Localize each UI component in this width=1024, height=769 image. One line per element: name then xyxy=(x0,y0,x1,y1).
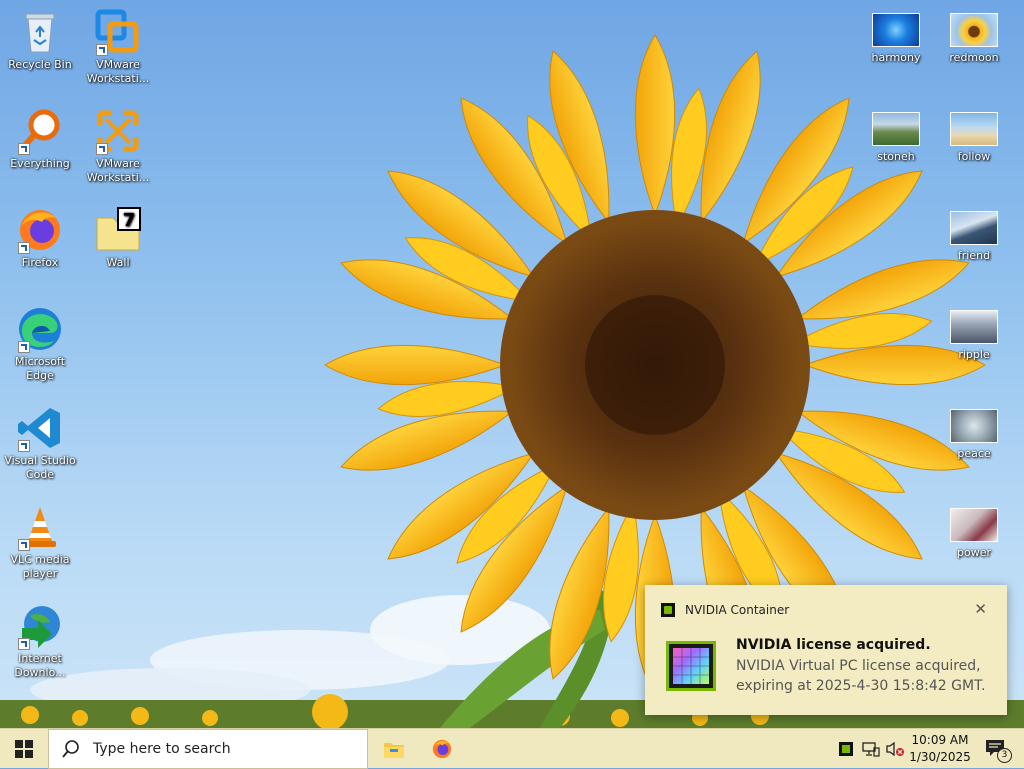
shortcut-arrow-icon xyxy=(18,341,30,353)
power-thumbnail-icon xyxy=(950,508,998,542)
svg-text:7: 7 xyxy=(123,210,136,231)
shortcut-arrow-icon xyxy=(96,143,108,155)
action-center-button[interactable]: 3 xyxy=(976,729,1016,769)
firefox-shortcut[interactable]: Firefox xyxy=(0,200,80,292)
power-file[interactable]: power xyxy=(934,497,1014,589)
file-explorer-icon xyxy=(384,743,404,758)
edge-icon xyxy=(16,305,64,353)
visual-studio-code-shortcut[interactable]: Visual Studio Code xyxy=(0,398,80,490)
friend-file[interactable]: friend xyxy=(934,200,1014,292)
clock-time: 10:09 AM xyxy=(911,733,969,747)
icon-label: stoneh xyxy=(877,150,915,163)
stoneh-thumbnail-icon xyxy=(872,112,920,146)
toast-title: NVIDIA license acquired. xyxy=(736,637,931,653)
friend-thumbnail-icon xyxy=(950,211,998,245)
windows-logo-icon xyxy=(15,740,33,758)
icon-label: Recycle Bin xyxy=(8,58,72,71)
7z-archive-folder-icon: 7 xyxy=(94,206,142,254)
toast-close-icon[interactable]: ✕ xyxy=(974,600,987,618)
ripple-thumbnail-icon xyxy=(950,310,998,344)
nvidia-app-icon xyxy=(661,603,675,617)
vmware-workstation-shortcut-1[interactable]: VMware Workstati... xyxy=(78,2,158,94)
icon-label: VLC media player xyxy=(10,553,70,580)
vlc-media-player-shortcut[interactable]: VLC media player xyxy=(0,497,80,589)
harmony-thumbnail-icon xyxy=(872,13,920,47)
internet-download-manager-shortcut[interactable]: Internet Downlo... xyxy=(0,596,80,688)
toast-body: NVIDIA Virtual PC license acquired, expi… xyxy=(736,658,986,694)
network-tray-button[interactable] xyxy=(860,729,882,769)
icon-label: friend xyxy=(957,249,991,262)
icon-label: Wall xyxy=(106,256,130,269)
firefox-taskbar-button[interactable] xyxy=(418,729,466,769)
gpu-chip-icon xyxy=(665,640,717,692)
shortcut-arrow-icon xyxy=(18,539,30,551)
shortcut-arrow-icon xyxy=(18,242,30,254)
taskbar-clock[interactable]: 10:09 AM 1/30/2025 xyxy=(908,732,972,766)
toast-app-header: NVIDIA Container xyxy=(661,603,789,617)
recycle-bin-icon xyxy=(16,8,64,56)
idm-globe-icon xyxy=(16,602,64,650)
file-explorer-taskbar-button[interactable] xyxy=(370,729,418,769)
follow-file[interactable]: follow xyxy=(934,101,1014,193)
microsoft-edge-shortcut[interactable]: Microsoft Edge xyxy=(0,299,80,391)
icon-label: Everything xyxy=(10,157,70,170)
taskbar: Type here to search 10:09 AM 1/30/2025 3 xyxy=(0,728,1024,769)
icon-label: ripple xyxy=(958,348,990,361)
volume-tray-button[interactable] xyxy=(884,729,906,769)
search-placeholder: Type here to search xyxy=(93,741,231,757)
shortcut-arrow-icon xyxy=(18,638,30,650)
notification-count-badge: 3 xyxy=(997,748,1012,763)
icon-label: power xyxy=(957,546,991,559)
recycle-bin-icon-shortcut[interactable]: Recycle Bin xyxy=(0,2,80,94)
everything-shortcut[interactable]: Everything xyxy=(0,101,80,193)
shortcut-arrow-icon xyxy=(18,143,30,155)
icon-label: peace xyxy=(957,447,991,460)
icon-label: Microsoft Edge xyxy=(14,355,66,382)
harmony-file[interactable]: harmony xyxy=(856,2,936,94)
volume-muted-icon xyxy=(886,741,904,757)
taskbar-search-box[interactable]: Type here to search xyxy=(48,729,368,769)
redmoon-thumbnail-icon xyxy=(950,13,998,47)
icon-label: follow xyxy=(957,150,991,163)
vscode-icon xyxy=(16,404,64,452)
redmoon-file[interactable]: redmoon xyxy=(934,2,1014,94)
icon-label: Internet Downlo... xyxy=(14,652,66,679)
vlc-cone-icon xyxy=(16,503,64,551)
peace-file[interactable]: peace xyxy=(934,398,1014,490)
shortcut-arrow-icon xyxy=(96,44,108,56)
everything-magnifier-icon xyxy=(16,107,64,155)
icon-label: VMware Workstati... xyxy=(86,58,150,85)
icon-label: harmony xyxy=(871,51,921,64)
icon-label: Visual Studio Code xyxy=(4,454,76,481)
start-button[interactable] xyxy=(0,729,48,769)
shortcut-arrow-icon xyxy=(18,440,30,452)
peace-thumbnail-icon xyxy=(950,409,998,443)
search-icon xyxy=(62,740,79,758)
nvidia-notification-toast[interactable]: NVIDIA Container ✕ NVIDIA license acquir… xyxy=(645,585,1007,715)
firefox-icon xyxy=(16,206,64,254)
follow-thumbnail-icon xyxy=(950,112,998,146)
icon-label: VMware Workstati... xyxy=(86,157,150,184)
toast-app-name: NVIDIA Container xyxy=(685,603,790,617)
ripple-file[interactable]: ripple xyxy=(934,299,1014,391)
stoneh-file[interactable]: stoneh xyxy=(856,101,936,193)
nvidia-tray-icon xyxy=(839,742,853,756)
icon-label: Firefox xyxy=(21,256,59,269)
vmware-icon xyxy=(94,8,142,56)
icon-label: redmoon xyxy=(949,51,999,64)
vmware-workstation-shortcut-2[interactable]: VMware Workstati... xyxy=(78,101,158,193)
nvidia-tray-button[interactable] xyxy=(836,729,856,769)
network-icon xyxy=(862,742,880,757)
clock-date: 1/30/2025 xyxy=(909,750,971,764)
vmware-player-icon xyxy=(94,107,142,155)
wall-shortcut[interactable]: 7 Wall xyxy=(78,200,158,292)
firefox-icon xyxy=(432,739,452,759)
